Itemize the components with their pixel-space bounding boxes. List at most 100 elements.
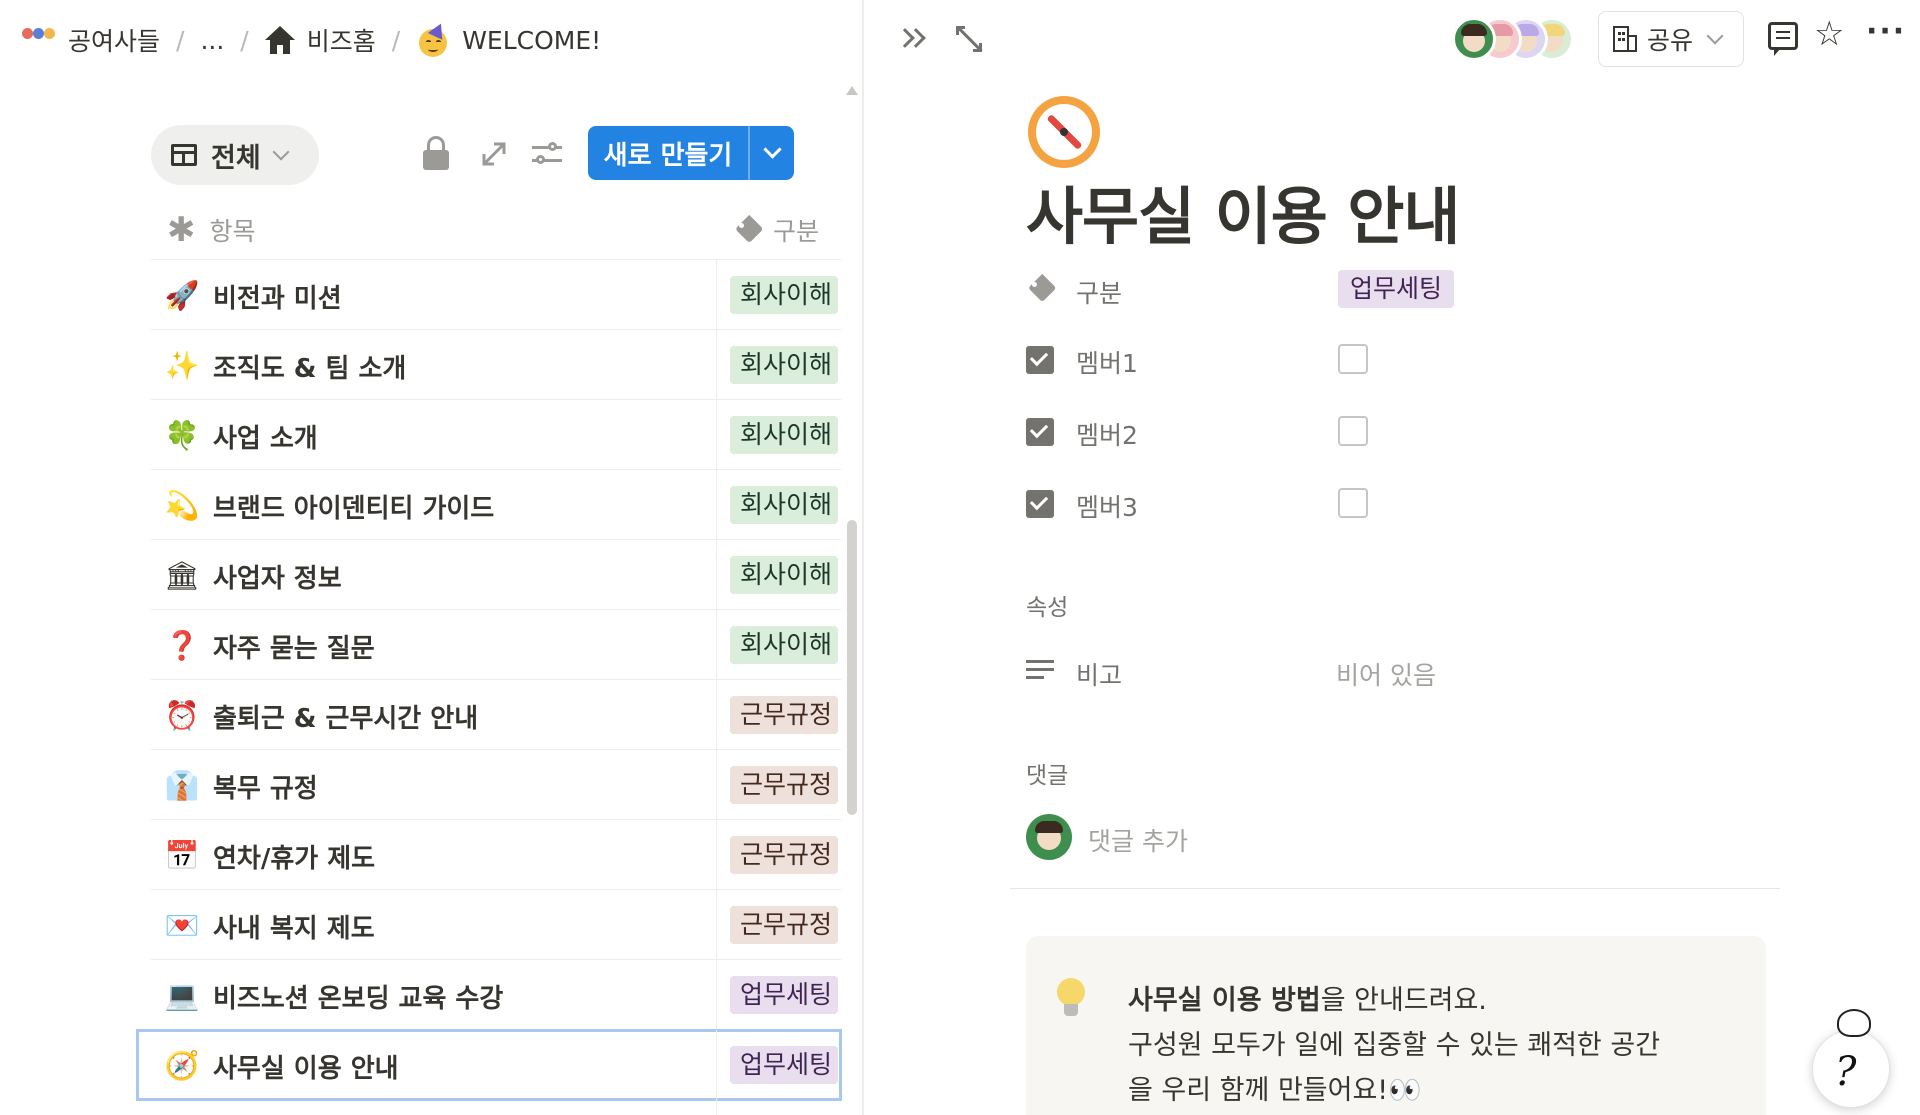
lightbulb-icon (1056, 978, 1086, 1020)
row-title: 사무실 이용 안내 (213, 1054, 399, 1084)
row-title: 비즈노션 온보딩 교육 수강 (213, 984, 504, 1014)
breadcrumb-ellipsis[interactable]: ... (194, 26, 230, 55)
callout-block[interactable]: 사무실 이용 방법을 안내드려요. 구성원 모두가 일에 집중할 수 있는 쾌적… (1026, 936, 1766, 1115)
table-row[interactable]: 👔 복무 규정 근무규정 (151, 750, 841, 820)
row-title: 브랜드 아이덴티티 가이드 (213, 494, 495, 524)
property-row-note[interactable]: 비고 비어 있음 (1026, 648, 1786, 698)
lock-icon[interactable] (422, 136, 450, 170)
column-header-label: 구분 (773, 217, 820, 246)
table-row[interactable]: 💻 비즈노션 온보딩 교육 수강 업무세팅 (151, 960, 841, 1030)
comments-section-label: 댓글 (1026, 763, 1069, 789)
table-row[interactable]: 💌 사내 복지 제도 근무규정 (151, 890, 841, 960)
filter-settings-icon[interactable] (532, 140, 562, 168)
table-icon (171, 144, 197, 166)
tag-icon (1026, 273, 1057, 304)
row-title: 사업자 정보 (213, 564, 342, 594)
text-lines-icon (1026, 658, 1054, 686)
love-letter-icon: 💌 (164, 908, 200, 942)
row-tag: 근무규정 (730, 906, 838, 944)
help-button[interactable]: ? (1812, 1009, 1890, 1108)
property-row-category[interactable]: 구분 업무세팅 (1026, 266, 1786, 316)
scroll-up-arrow[interactable] (846, 86, 858, 95)
row-title: 출퇴근 & 근무시간 안내 (213, 704, 479, 734)
asterisk-icon: ✱ (167, 210, 196, 250)
party-face-icon (416, 20, 450, 57)
view-selector[interactable]: 전체 (151, 125, 319, 185)
breadcrumb-workspace[interactable]: 공여사들 (16, 22, 166, 58)
table-row[interactable]: 🏛 사업자 정보 회사이해 (151, 540, 841, 610)
table-row[interactable]: ❓ 자주 묻는 질문 회사이해 (151, 610, 841, 680)
callout-text-part: 을 우리 함께 만들어요!👀 (1128, 1075, 1422, 1106)
open-full-page-icon[interactable] (954, 24, 984, 54)
more-options-icon[interactable]: ··· (1866, 14, 1906, 49)
table-row[interactable]: ⏰ 출퇴근 & 근무시간 안내 근무규정 (151, 680, 841, 750)
row-tag: 회사이해 (730, 626, 838, 664)
row-title: 조직도 & 팀 소개 (213, 354, 407, 384)
breadcrumb-welcome[interactable]: WELCOME! (410, 20, 607, 57)
new-button[interactable]: 새로 만들기 (588, 126, 794, 180)
cell-divider (716, 960, 717, 1030)
star-icon[interactable]: ☆ (1814, 14, 1844, 54)
table-row[interactable] (151, 1100, 841, 1115)
new-dropdown-button[interactable] (750, 139, 794, 159)
row-title: 복무 규정 (213, 774, 318, 804)
properties-section-label[interactable]: 속성 (1026, 588, 1068, 622)
table-row[interactable]: ✨ 조직도 & 팀 소개 회사이해 (151, 330, 841, 400)
property-tag-value[interactable]: 업무세팅 (1338, 270, 1455, 308)
member3-checkbox[interactable] (1338, 488, 1368, 518)
row-tag: 근무규정 (730, 836, 838, 874)
table-row[interactable]: 💫 브랜드 아이덴티티 가이드 회사이해 (151, 470, 841, 540)
row-title: 사내 복지 제도 (213, 914, 375, 944)
share-button[interactable]: 공유 (1598, 11, 1744, 67)
table-row[interactable]: 📅 연차/휴가 제도 근무규정 (151, 820, 841, 890)
page-peek-pane: 공유 ☆ ··· 사무실 이용 안내 구분 업무세팅 멤버1 멤버2 멤버3 속… (864, 0, 1920, 1115)
share-label: 공유 (1647, 26, 1694, 55)
row-title: 사업 소개 (213, 424, 318, 454)
cell-divider (716, 260, 717, 330)
checkbox-property-icon (1026, 346, 1054, 374)
collaborator-avatars[interactable] (1452, 17, 1576, 61)
property-row-member1: 멤버1 (1026, 336, 1786, 386)
breadcrumb-bizhome[interactable]: 비즈홈 (259, 22, 382, 58)
table-row[interactable]: 🍀 사업 소개 회사이해 (151, 400, 841, 470)
member2-checkbox[interactable] (1338, 416, 1368, 446)
calendar-icon: 📅 (164, 838, 200, 872)
column-header-tag[interactable]: 구분 (733, 212, 819, 248)
comment-input[interactable]: 댓글 추가 (1088, 822, 1188, 858)
database-pane: 공여사들 / ... / 비즈홈 / WELCOME! 전체 새로 만들기 ✱ … (0, 0, 862, 1115)
cell-divider (716, 540, 717, 610)
property-empty-value[interactable]: 비어 있음 (1336, 656, 1436, 692)
close-peek-icon[interactable] (895, 24, 928, 54)
breadcrumb-label: WELCOME! (462, 25, 602, 55)
table-row-selected[interactable]: 🧭 사무실 이용 안내 업무세팅 (136, 1029, 842, 1101)
callout-bold-text: 사무실 이용 방법 (1128, 985, 1321, 1016)
row-title: 자주 묻는 질문 (213, 634, 375, 664)
callout-text: 사무실 이용 방법을 안내드려요. 구성원 모두가 일에 집중할 수 있는 쾌적… (1128, 978, 1728, 1113)
member1-checkbox[interactable] (1338, 344, 1368, 374)
question-mark-icon: ❓ (164, 628, 200, 662)
property-row-member3: 멤버3 (1026, 480, 1786, 530)
breadcrumb-separator: / (391, 25, 401, 55)
row-tag: 회사이해 (730, 276, 838, 314)
scrollbar-thumb[interactable] (847, 520, 857, 815)
peek-controls (895, 24, 984, 54)
property-row-member2: 멤버2 (1026, 408, 1786, 458)
breadcrumb-label: 공여사들 (68, 27, 161, 56)
rocket-icon: 🚀 (164, 278, 200, 312)
avatar (1452, 17, 1496, 61)
property-name: 구분 (1076, 279, 1123, 308)
page-title[interactable]: 사무실 이용 안내 (1026, 166, 1460, 256)
table-row[interactable]: 🚀 비전과 미션 회사이해 (151, 260, 841, 330)
expand-icon[interactable] (480, 140, 508, 168)
add-comment-row[interactable]: 댓글 추가 (1026, 812, 1786, 862)
column-header-name[interactable]: ✱ 항목 (167, 212, 256, 248)
column-header-label: 항목 (209, 217, 256, 246)
row-title: 연차/휴가 제도 (213, 844, 376, 874)
chevron-down-icon (272, 143, 290, 161)
compass-icon[interactable] (1028, 96, 1100, 168)
cell-divider (716, 680, 717, 750)
property-name: 멤버1 (1076, 349, 1138, 378)
cell-divider (716, 1030, 717, 1100)
breadcrumb-label: 비즈홈 (306, 27, 376, 56)
comment-icon[interactable] (1768, 22, 1798, 56)
